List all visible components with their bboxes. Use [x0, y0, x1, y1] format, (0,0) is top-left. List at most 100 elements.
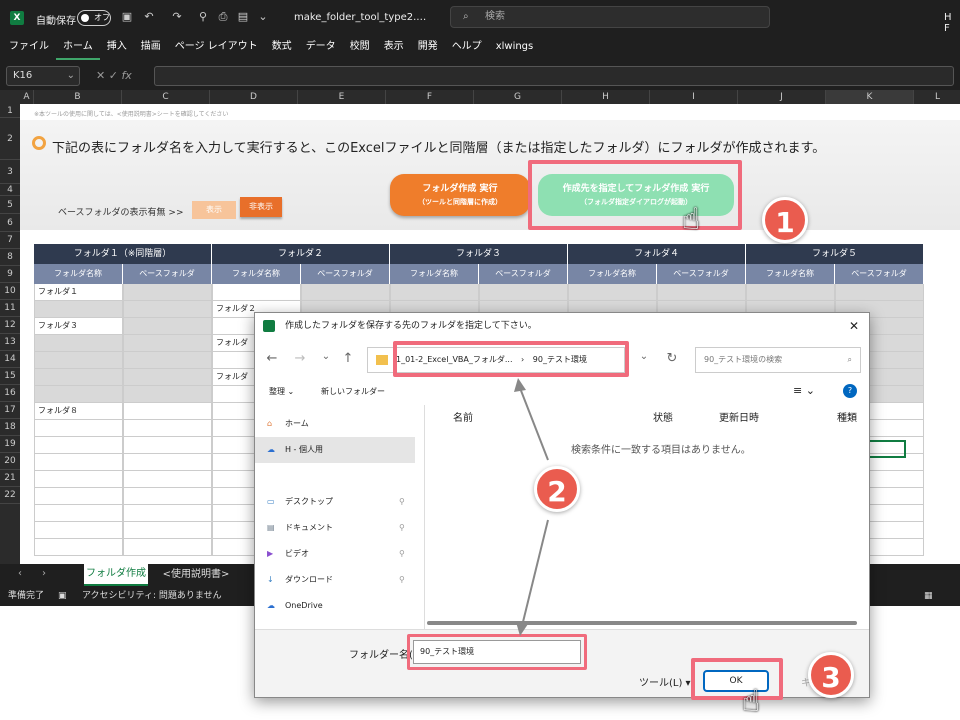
menu-6[interactable]: データ [299, 36, 343, 60]
back-icon[interactable]: ← [263, 351, 281, 366]
row-header[interactable]: 16 [0, 385, 20, 402]
file-list[interactable]: 名前 状態 更新日時 種類 検索条件に一致する項目はありません。 [427, 405, 869, 629]
table-cell[interactable] [123, 301, 212, 318]
column-header[interactable]: H [562, 90, 650, 104]
row-header[interactable]: 8 [0, 249, 20, 266]
search-input[interactable]: ⌕ 検索 [450, 6, 770, 28]
table-cell[interactable] [479, 284, 568, 301]
table-cell[interactable] [123, 437, 212, 454]
row-header[interactable]: 19 [0, 436, 20, 453]
row-header[interactable]: 18 [0, 419, 20, 436]
table-cell[interactable] [835, 284, 924, 301]
nav-item[interactable]: ▤ ドキュメント ⚲ [255, 515, 415, 541]
close-icon[interactable]: ✕ [849, 313, 859, 339]
redo-icon[interactable]: ↷ [170, 10, 184, 24]
table-cell[interactable] [34, 335, 123, 352]
row-header[interactable]: 20 [0, 453, 20, 470]
formula-input[interactable] [154, 66, 954, 86]
table-cell[interactable] [34, 369, 123, 386]
column-header[interactable]: F [386, 90, 474, 104]
menu-2[interactable]: 挿入 [100, 36, 134, 60]
table-cell[interactable] [34, 420, 123, 437]
table-cell[interactable] [123, 522, 212, 539]
table-cell[interactable] [34, 505, 123, 522]
table-cell[interactable] [34, 386, 123, 403]
print-icon[interactable]: ⎙ [216, 10, 230, 24]
menu-5[interactable]: 数式 [265, 36, 299, 60]
menu-11[interactable]: xlwings [489, 36, 541, 60]
column-header[interactable]: C [122, 90, 210, 104]
help-icon[interactable]: ? [843, 384, 857, 398]
form-icon[interactable]: ▤ [236, 10, 250, 24]
prev-sheet-icon[interactable]: ‹ [18, 568, 22, 579]
up-icon[interactable]: ↑ [339, 351, 357, 366]
normal-view-icon[interactable]: ▦ [924, 586, 933, 606]
nav-item[interactable]: ☁ OneDrive [255, 593, 415, 619]
forward-icon[interactable]: → [291, 351, 309, 366]
table-cell[interactable] [123, 539, 212, 556]
table-cell[interactable] [34, 352, 123, 369]
table-cell[interactable] [123, 454, 212, 471]
table-cell[interactable] [34, 539, 123, 556]
menu-10[interactable]: ヘルプ [445, 36, 489, 60]
address-dropdown-icon[interactable]: ⌄ [635, 351, 653, 362]
tab-manual[interactable]: <使用説明書> [156, 564, 236, 586]
table-cell[interactable] [34, 522, 123, 539]
row-header[interactable]: 21 [0, 470, 20, 487]
file-name[interactable]: make_folder_tool_type2.… [294, 12, 426, 23]
column-header[interactable]: A [20, 90, 34, 104]
row-header[interactable]: 22 [0, 487, 20, 504]
row-header[interactable]: 4 [0, 184, 20, 196]
row-header[interactable]: 13 [0, 334, 20, 351]
table-cell[interactable] [123, 403, 212, 420]
column-header[interactable]: E [298, 90, 386, 104]
tab-folder-create[interactable]: フォルダ作成 [84, 564, 148, 586]
table-cell[interactable] [34, 301, 123, 318]
customize-icon[interactable]: ⌄ [256, 10, 270, 24]
menu-8[interactable]: 表示 [377, 36, 411, 60]
nav-item[interactable]: ▶ ビデオ ⚲ [255, 541, 415, 567]
nav-item[interactable]: ▭ デスクトップ ⚲ [255, 489, 415, 515]
table-cell[interactable] [123, 505, 212, 522]
row-header[interactable]: 10 [0, 283, 20, 300]
table-cell[interactable] [301, 284, 390, 301]
table-cell[interactable] [123, 284, 212, 301]
nav-item[interactable]: ⌂ ホーム [255, 411, 415, 437]
row-header[interactable]: 2 [0, 118, 20, 160]
table-cell[interactable] [390, 284, 479, 301]
table-cell[interactable]: フォルダ１ [34, 284, 123, 301]
horizontal-scrollbar[interactable] [427, 621, 857, 625]
pin-icon[interactable]: ⚲ [399, 541, 405, 567]
nav-item[interactable]: ↓ ダウンロード ⚲ [255, 567, 415, 593]
table-cell[interactable] [123, 420, 212, 437]
col-type-header[interactable]: 種類 [837, 409, 857, 424]
row-header[interactable]: 6 [0, 214, 20, 232]
pick-folder-create-button[interactable]: 作成先を指定してフォルダ作成 実行 （フォルダ指定ダイアログが起動） [538, 174, 734, 216]
table-cell[interactable] [123, 488, 212, 505]
table-cell[interactable] [123, 335, 212, 352]
fx-icon[interactable]: fx [121, 69, 131, 82]
accessibility-status[interactable]: アクセシビリティ: 問題ありません [82, 586, 222, 606]
row-header[interactable]: 3 [0, 160, 20, 184]
pin-icon[interactable]: ⚲ [399, 515, 405, 541]
dialog-search-input[interactable]: 90_テスト環境の検索 ⌕ [695, 347, 861, 373]
menu-9[interactable]: 開発 [411, 36, 445, 60]
table-cell[interactable] [123, 352, 212, 369]
menu-1[interactable]: ホーム [56, 36, 100, 60]
pin-icon[interactable]: ⚲ [399, 489, 405, 515]
folder-name-input[interactable]: 90_テスト環境 [413, 640, 581, 664]
column-header[interactable]: J [738, 90, 826, 104]
tree-icon[interactable]: ⚲ [196, 10, 210, 24]
table-cell[interactable] [212, 284, 301, 301]
col-date-header[interactable]: 更新日時 [719, 409, 759, 424]
table-cell[interactable] [34, 454, 123, 471]
user-initials[interactable]: H F [944, 12, 960, 34]
table-cell[interactable] [123, 471, 212, 488]
nav-item[interactable]: ☁ H - 個人用 [255, 437, 415, 463]
row-header[interactable]: 12 [0, 317, 20, 334]
undo-icon[interactable]: ↶ [142, 10, 156, 24]
table-cell[interactable] [123, 369, 212, 386]
table-cell[interactable] [123, 318, 212, 335]
table-cell[interactable] [123, 386, 212, 403]
table-cell[interactable] [657, 284, 746, 301]
